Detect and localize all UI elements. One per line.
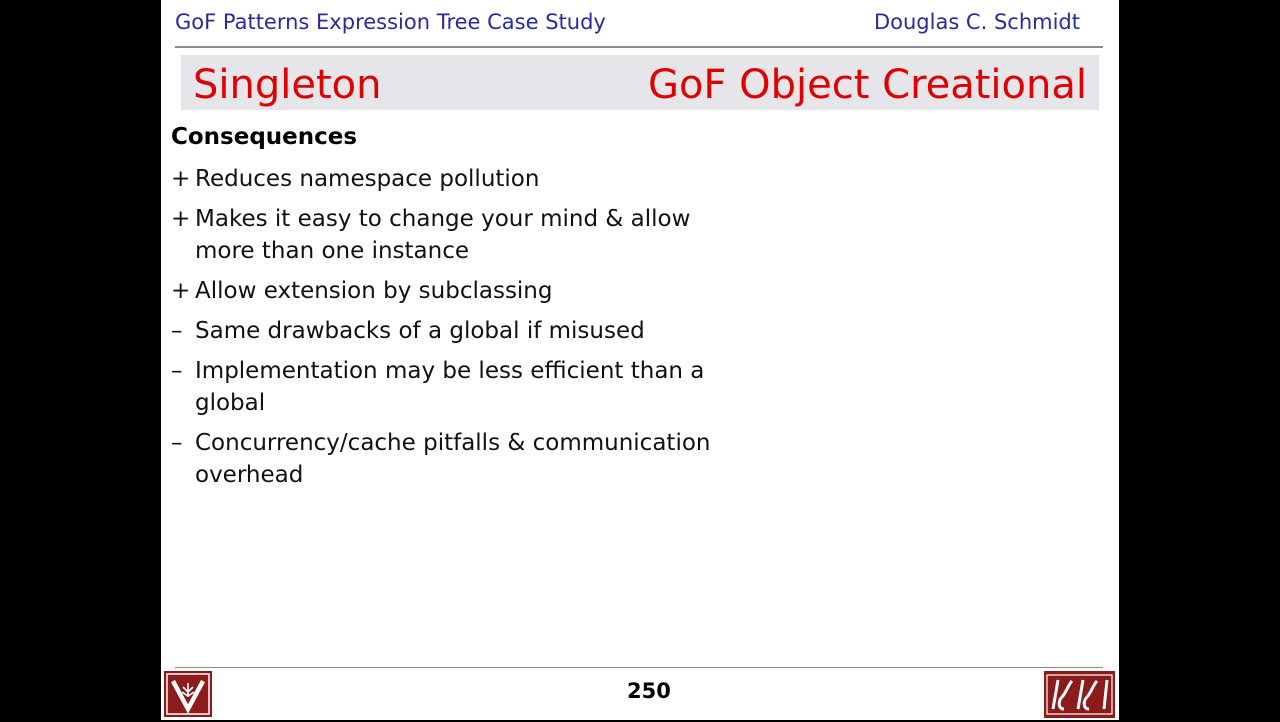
- section-heading: Consequences: [171, 124, 358, 150]
- vanderbilt-logo-icon: [164, 671, 212, 717]
- bullet-mark: –: [171, 430, 183, 456]
- bullet-mark: +: [171, 166, 191, 192]
- bullet-item: + Allow extension by subclassing: [171, 275, 731, 307]
- course-title: GoF Patterns Expression Tree Case Study: [175, 10, 606, 34]
- bullet-item: + Makes it easy to change your mind & al…: [171, 203, 731, 267]
- footer-divider: [175, 667, 1103, 668]
- author-name: Douglas C. Schmidt: [873, 10, 1080, 34]
- bullet-text: Makes it easy to change your mind & allo…: [195, 206, 691, 264]
- bullet-item: – Same drawbacks of a global if misused: [171, 315, 731, 347]
- pattern-title: Singleton: [193, 62, 382, 108]
- pattern-category: GoF Object Creational: [647, 62, 1087, 108]
- bullet-mark: –: [171, 318, 183, 344]
- bullet-mark: –: [171, 358, 183, 384]
- bullet-list: + Reduces namespace pollution + Makes it…: [171, 163, 731, 499]
- bullet-text: Allow extension by subclassing: [195, 278, 553, 304]
- bullet-item: – Concurrency/cache pitfalls & communica…: [171, 427, 731, 491]
- bullet-item: – Implementation may be less efficient t…: [171, 355, 731, 419]
- bullet-text: Same drawbacks of a global if misused: [195, 318, 645, 344]
- bullet-mark: +: [171, 206, 191, 232]
- isis-logo-icon: [1044, 671, 1115, 718]
- page-number: 250: [627, 679, 671, 703]
- bullet-item: + Reduces namespace pollution: [171, 163, 731, 195]
- bullet-text: Implementation may be less efficient tha…: [195, 358, 705, 416]
- bullet-text: Concurrency/cache pitfalls & communicati…: [195, 430, 711, 488]
- bullet-text: Reduces namespace pollution: [195, 166, 540, 192]
- slide: GoF Patterns Expression Tree Case Study …: [161, 0, 1119, 720]
- title-bar: Singleton GoF Object Creational: [181, 55, 1099, 110]
- header-divider: [175, 46, 1103, 48]
- bullet-mark: +: [171, 278, 191, 304]
